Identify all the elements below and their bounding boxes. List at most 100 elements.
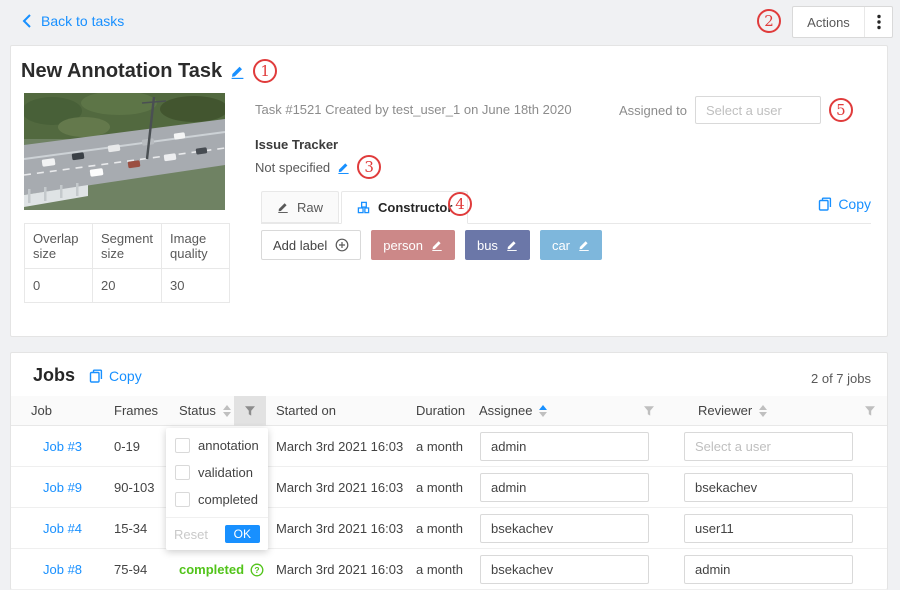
job-link[interactable]: Job #8 (43, 549, 82, 590)
issue-tracker-edit-icon[interactable] (337, 161, 350, 174)
callout-circle-4: 4 (448, 192, 472, 216)
copy-jobs-button[interactable]: Copy (89, 368, 142, 384)
reviewer-input[interactable] (684, 432, 853, 461)
status-filter-icon[interactable] (234, 396, 266, 426)
copy-labels-label: Copy (838, 196, 871, 212)
checkbox-unchecked[interactable] (175, 438, 190, 453)
checkbox-unchecked[interactable] (175, 465, 190, 480)
question-circle-icon[interactable]: ? (250, 563, 264, 577)
task-meta: Task #1521 Created by test_user_1 on Jun… (255, 102, 572, 117)
assignee-filter-icon[interactable] (633, 396, 665, 426)
status-filter-dropdown: annotation validation completed Reset OK (166, 428, 268, 550)
duration-cell: a month (416, 426, 463, 467)
job-row-8: Job #8 75-94 completed ? March 3rd 2021 … (11, 549, 887, 590)
frames-cell: 0-19 (114, 426, 140, 467)
reviewer-filter-icon[interactable] (854, 396, 886, 426)
job-link[interactable]: Job #9 (43, 467, 82, 508)
reviewer-input[interactable] (684, 555, 853, 584)
job-link[interactable]: Job #4 (43, 508, 82, 549)
copy-labels-button[interactable]: Copy (818, 196, 871, 212)
started-cell: March 3rd 2021 16:03 (276, 549, 403, 590)
reset-button[interactable]: Reset (174, 527, 208, 542)
more-vertical-icon[interactable] (864, 7, 892, 37)
param-header-overlap: Overlap size (25, 224, 93, 269)
column-started-on: Started on (276, 396, 336, 426)
param-header-quality: Image quality (162, 224, 230, 269)
callout-circle-3: 3 (357, 155, 381, 179)
plus-circle-icon (335, 238, 349, 252)
assignee-input[interactable] (480, 432, 649, 461)
column-frames: Frames (114, 396, 158, 426)
task-preview-image (24, 93, 225, 210)
jobs-count: 2 of 7 jobs (811, 371, 871, 386)
sort-icon[interactable] (759, 405, 767, 417)
param-header-segment: Segment size (93, 224, 162, 269)
issue-tracker-value: Not specified (255, 160, 330, 175)
labels-tabs: Raw Constructor (261, 191, 871, 224)
reviewer-input[interactable] (684, 473, 853, 502)
pencil-icon (277, 201, 289, 213)
actions-button[interactable]: Actions (792, 6, 893, 38)
column-status-sort[interactable]: Status (179, 396, 231, 426)
job-row-3: Job #3 0-19 March 3rd 2021 16:03 a month (11, 426, 887, 467)
started-cell: March 3rd 2021 16:03 (276, 426, 403, 467)
sort-icon-active[interactable] (539, 405, 547, 417)
assignee-input[interactable] (480, 473, 649, 502)
task-title-edit-icon[interactable] (230, 64, 245, 79)
assigned-to-label: Assigned to (619, 103, 687, 118)
back-to-tasks-button[interactable]: Back to tasks (22, 13, 124, 29)
add-label-label: Add label (273, 238, 327, 253)
label-chip-bus-name: bus (477, 238, 498, 253)
job-row-9: Job #9 90-103 March 3rd 2021 16:03 a mon… (11, 467, 887, 508)
add-label-button[interactable]: Add label (261, 230, 361, 260)
param-value-segment: 20 (93, 269, 162, 303)
chevron-left-icon (22, 14, 32, 28)
param-value-overlap: 0 (25, 269, 93, 303)
task-title: New Annotation Task (21, 60, 222, 83)
frames-cell: 15-34 (114, 508, 147, 549)
ok-button[interactable]: OK (225, 525, 260, 543)
label-chip-car-name: car (552, 238, 570, 253)
tab-raw-label: Raw (297, 200, 323, 215)
duration-cell: a month (416, 467, 463, 508)
label-chip-person-name: person (383, 238, 423, 253)
filter-option-completed[interactable]: completed (166, 486, 268, 513)
reviewer-input[interactable] (684, 514, 853, 543)
sort-icon[interactable] (223, 405, 231, 417)
actions-label: Actions (793, 15, 864, 30)
job-link[interactable]: Job #3 (43, 426, 82, 467)
callout-circle-5: 5 (829, 98, 853, 122)
filter-option-annotation[interactable]: annotation (166, 432, 268, 459)
label-edit-icon[interactable] (506, 239, 518, 251)
column-assignee-sort[interactable]: Assignee (479, 396, 547, 426)
column-duration: Duration (416, 396, 465, 426)
frames-cell: 75-94 (114, 549, 147, 590)
label-edit-icon[interactable] (578, 239, 590, 251)
blocks-icon (357, 201, 370, 214)
started-cell: March 3rd 2021 16:03 (276, 467, 403, 508)
column-job: Job (31, 396, 52, 426)
tab-raw[interactable]: Raw (261, 191, 339, 223)
started-cell: March 3rd 2021 16:03 (276, 508, 403, 549)
copy-icon (818, 197, 832, 211)
label-chip-person[interactable]: person (371, 230, 455, 260)
filter-option-validation[interactable]: validation (166, 459, 268, 486)
checkbox-unchecked[interactable] (175, 492, 190, 507)
label-edit-icon[interactable] (431, 239, 443, 251)
column-reviewer-sort[interactable]: Reviewer (698, 396, 767, 426)
back-to-tasks-label: Back to tasks (41, 13, 124, 29)
jobs-card: Jobs Copy 2 of 7 jobs Job Frames Status … (10, 352, 888, 590)
label-chip-car[interactable]: car (540, 230, 602, 260)
status-cell-completed: completed ? (179, 549, 264, 590)
assignee-input[interactable] (480, 555, 649, 584)
issue-tracker-label: Issue Tracker (255, 137, 338, 152)
param-value-quality: 30 (162, 269, 230, 303)
task-assignee-input[interactable] (695, 96, 821, 124)
copy-icon (89, 369, 103, 383)
label-chip-bus[interactable]: bus (465, 230, 530, 260)
frames-cell: 90-103 (114, 467, 154, 508)
svg-text:?: ? (254, 565, 259, 575)
assignee-input[interactable] (480, 514, 649, 543)
task-params-table: Overlap size Segment size Image quality … (24, 223, 230, 303)
copy-jobs-label: Copy (109, 368, 142, 384)
